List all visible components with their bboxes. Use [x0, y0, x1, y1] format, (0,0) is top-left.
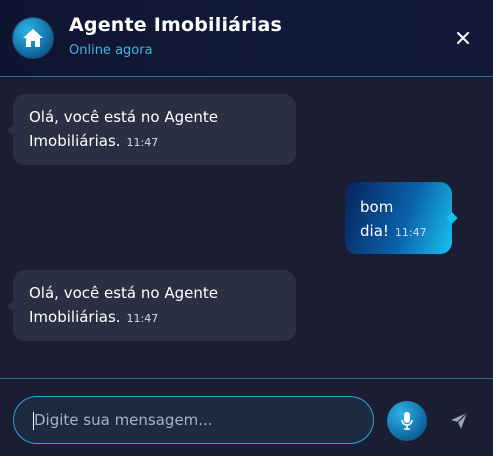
bot-message: Olá, você está no Agente Imobiliárias. 11…: [13, 94, 296, 165]
message-text-line: dia!: [360, 222, 389, 240]
message-input[interactable]: [13, 396, 374, 444]
microphone-button[interactable]: [387, 401, 427, 441]
message-text-line: bom: [360, 198, 394, 216]
message-list: Olá, você está no Agente Imobiliárias. 11…: [0, 78, 493, 378]
message-time: 11:47: [394, 226, 427, 239]
message-time: 11:47: [126, 312, 159, 325]
home-icon: [23, 29, 43, 47]
send-button[interactable]: [447, 409, 471, 433]
close-button[interactable]: [453, 28, 473, 48]
chat-title: Agente Imobiliárias: [69, 14, 282, 36]
message-time: 11:47: [126, 136, 159, 149]
message-text-line: Imobiliárias.: [29, 132, 121, 150]
microphone-icon: [401, 412, 413, 430]
message-text-line: Olá, você está no Agente: [29, 108, 218, 126]
agent-avatar: [13, 18, 53, 58]
online-status: Online agora: [69, 43, 153, 58]
message-text-line: Olá, você está no Agente: [29, 284, 218, 302]
send-icon: [451, 412, 468, 429]
close-icon: [457, 32, 469, 44]
text-caret: [33, 412, 34, 430]
message-text-line: Imobiliárias.: [29, 308, 121, 326]
composer-bar: [0, 378, 493, 456]
bot-message: Olá, você está no Agente Imobiliárias. 11…: [13, 270, 296, 341]
chat-header: Agente Imobiliárias Online agora: [0, 0, 493, 77]
user-message: bom dia! 11:47: [345, 182, 452, 254]
